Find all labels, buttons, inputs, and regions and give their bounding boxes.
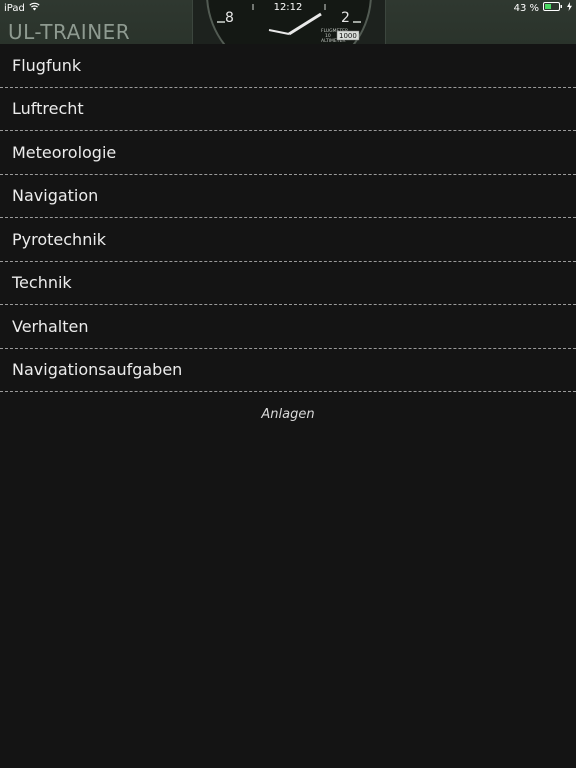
app-title: UL-TRAINER bbox=[8, 20, 131, 44]
list-item-technik[interactable]: Technik bbox=[0, 262, 576, 305]
battery-percentage: 43 % bbox=[513, 2, 539, 14]
list-item-navigationsaufgaben[interactable]: Navigationsaufgaben bbox=[0, 349, 576, 392]
status-time: 12:12 bbox=[273, 2, 303, 13]
category-list: Flugfunk Luftrecht Meteorologie Navigati… bbox=[0, 44, 576, 392]
list-item-flugfunk[interactable]: Flugfunk bbox=[0, 44, 576, 88]
list-item-navigation[interactable]: Navigation bbox=[0, 175, 576, 218]
app-screen: 8 2 FLUGMETER 10 ALTIMETER 1000 iPad 12:… bbox=[0, 0, 576, 768]
anlagen-link[interactable]: Anlagen bbox=[0, 407, 576, 422]
list-item-pyrotechnik[interactable]: Pyrotechnik bbox=[0, 218, 576, 262]
status-bar: iPad 12:12 43 % bbox=[0, 0, 576, 16]
battery-icon bbox=[543, 2, 563, 14]
header-bar: 8 2 FLUGMETER 10 ALTIMETER 1000 iPad 12:… bbox=[0, 0, 576, 44]
list-item-verhalten[interactable]: Verhalten bbox=[0, 305, 576, 349]
list-item-meteorologie[interactable]: Meteorologie bbox=[0, 131, 576, 175]
charging-bolt-icon bbox=[567, 2, 572, 14]
list-item-luftrecht[interactable]: Luftrecht bbox=[0, 88, 576, 131]
gauge-window: 1000 bbox=[339, 32, 357, 40]
status-right: 43 % bbox=[514, 2, 572, 14]
